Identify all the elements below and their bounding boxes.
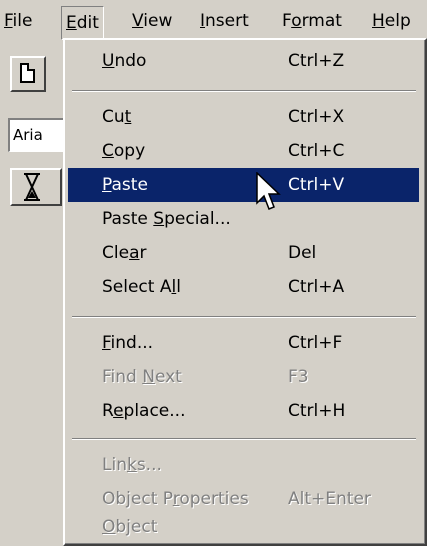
menu-edit[interactable]: Edit (61, 6, 104, 40)
menu-format[interactable]: Format (282, 8, 342, 34)
menu-item-find[interactable]: Find... Ctrl+F (68, 326, 419, 360)
menu-separator (72, 316, 416, 318)
new-document-icon (20, 63, 35, 83)
menu-file-rest: ile (12, 11, 33, 31)
menu-view[interactable]: View (132, 8, 172, 34)
menu-bar: File Edit View Insert Format Help (0, 0, 427, 40)
menu-insert[interactable]: Insert (200, 8, 249, 34)
font-name-combo[interactable]: Aria (8, 118, 68, 152)
menu-item-object[interactable]: Object (68, 510, 419, 544)
menu-item-cut[interactable]: Cut Ctrl+X (68, 100, 419, 134)
menu-item-clear[interactable]: Clear Del (68, 236, 419, 270)
toolbar-button-partial[interactable] (10, 168, 62, 206)
new-document-button[interactable] (10, 56, 46, 92)
menu-item-find-next[interactable]: Find Next F3 (68, 360, 419, 394)
menu-help[interactable]: Help (372, 8, 411, 34)
font-name-value: Aria (13, 126, 43, 144)
hourglass-icon (24, 173, 40, 201)
menu-item-replace[interactable]: Replace... Ctrl+H (68, 394, 419, 428)
menu-item-select-all[interactable]: Select All Ctrl+A (68, 270, 419, 304)
menu-separator (72, 438, 416, 440)
mouse-pointer-icon (256, 172, 281, 210)
menu-item-links[interactable]: Links... (68, 448, 419, 482)
menu-item-undo[interactable]: Undo Ctrl+Z (68, 44, 419, 78)
edit-menu: Undo Ctrl+Z Cut Ctrl+X Copy Ctrl+C Paste… (63, 38, 427, 546)
menu-file[interactable]: File (4, 8, 32, 34)
menu-item-paste[interactable]: Paste Ctrl+V (68, 168, 419, 202)
menu-item-paste-special[interactable]: Paste Special... (68, 202, 419, 236)
menu-separator (72, 90, 416, 92)
menu-item-copy[interactable]: Copy Ctrl+C (68, 134, 419, 168)
